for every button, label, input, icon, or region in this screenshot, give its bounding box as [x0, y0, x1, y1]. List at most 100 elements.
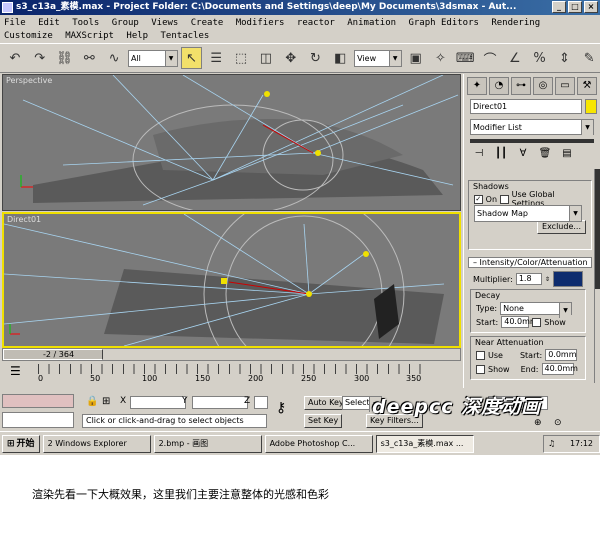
utilities-tab-icon[interactable]: ⚒: [577, 77, 597, 95]
close-button[interactable]: ×: [584, 1, 598, 13]
shadow-type-dropdown[interactable]: Shadow Map: [474, 204, 582, 222]
menu-modifiers[interactable]: Modifiers: [236, 17, 285, 30]
menu-help[interactable]: Help: [126, 30, 148, 43]
viewport-perspective[interactable]: Perspective: [2, 74, 461, 211]
task-photoshop[interactable]: Adobe Photoshop C...: [264, 434, 373, 453]
absolute-mode-icon[interactable]: ⊞: [102, 396, 110, 407]
decay-show-checkbox[interactable]: [532, 317, 542, 327]
undo-icon[interactable]: ↶: [4, 47, 26, 69]
remove-modifier-icon[interactable]: 🗑: [536, 148, 554, 168]
select-by-name-icon[interactable]: ☰: [205, 47, 227, 69]
create-tab-icon[interactable]: ✦: [467, 77, 487, 95]
viewport-direct01[interactable]: Direct01: [2, 212, 461, 348]
decay-type-dropdown[interactable]: None: [500, 301, 573, 318]
pivot-center-icon[interactable]: ▣: [405, 47, 427, 69]
command-panel-scrollbar[interactable]: [594, 169, 600, 383]
exclude-button[interactable]: Exclude...: [537, 220, 586, 234]
decay-type-label: Type:: [476, 303, 498, 313]
tick-label: 350: [406, 374, 422, 383]
object-name-field[interactable]: Direct01: [470, 99, 582, 114]
menu-edit[interactable]: Edit: [38, 17, 60, 30]
select-manipulate-icon[interactable]: ✧: [430, 47, 452, 69]
task-paint[interactable]: 2.bmp - 画图: [153, 434, 262, 453]
time-slider[interactable]: -2 / 364: [2, 348, 461, 361]
menu-reactor[interactable]: reactor: [297, 17, 335, 30]
configure-sets-icon[interactable]: ▤: [558, 148, 576, 168]
spinner-snap-icon[interactable]: ⇕: [554, 47, 576, 69]
mini-curve-editor-icon[interactable]: ☰: [10, 364, 21, 378]
pin-stack-icon[interactable]: ⊣: [470, 148, 488, 168]
task-3dsmax[interactable]: s3_c13a_素模.max ...: [375, 434, 474, 453]
redo-icon[interactable]: ↷: [29, 47, 51, 69]
track-bar[interactable]: ☰ 0 50 100 150 200 250 300 350: [2, 362, 461, 386]
menu-animation[interactable]: Animation: [347, 17, 396, 30]
menu-group[interactable]: Group: [112, 17, 139, 30]
tick-label: 200: [248, 374, 264, 383]
start-button[interactable]: ⊞ 开始: [2, 434, 40, 453]
tick-label: 50: [90, 374, 101, 383]
menu-rendering[interactable]: Rendering: [491, 17, 540, 30]
select-rotate-icon[interactable]: ↻: [305, 47, 327, 69]
snap-toggle-icon[interactable]: ⌒: [479, 47, 501, 69]
task-explorer[interactable]: 2 Windows Explorer: [42, 434, 151, 453]
reference-coordinate-system[interactable]: View: [354, 49, 402, 67]
angle-snap-icon[interactable]: ∠: [504, 47, 526, 69]
decay-start-field[interactable]: 40.0mm: [501, 316, 538, 328]
z-coord-field[interactable]: [254, 396, 268, 409]
show-end-result-icon[interactable]: ┃┃: [492, 148, 510, 168]
select-object-icon[interactable]: ↖: [180, 47, 203, 69]
rectangular-selection-icon[interactable]: ⬚: [230, 47, 252, 69]
menu-tools[interactable]: Tools: [72, 17, 99, 30]
shadows-on-checkbox[interactable]: ✓: [474, 194, 483, 204]
motion-tab-icon[interactable]: ◎: [533, 77, 553, 95]
zoom-icon[interactable]: ⊕: [534, 418, 542, 428]
near-end-field[interactable]: 40.0mm: [541, 363, 578, 375]
object-color-swatch[interactable]: [585, 99, 597, 114]
set-key-button[interactable]: Set Key: [304, 414, 343, 428]
modifier-list[interactable]: Modifier List: [470, 119, 594, 135]
y-coord-field[interactable]: [192, 396, 248, 409]
window-crossing-icon[interactable]: ◫: [255, 47, 277, 69]
lock-icon[interactable]: 🔒: [86, 396, 98, 407]
menu-create[interactable]: Create: [191, 17, 224, 30]
volume-icon[interactable]: ♫: [548, 436, 555, 452]
bind-space-warp-icon[interactable]: ∿: [103, 47, 125, 69]
x-coord-field[interactable]: [130, 396, 186, 409]
menu-customize[interactable]: Customize: [4, 30, 53, 43]
light-color-swatch[interactable]: [552, 271, 583, 287]
menu-graph-editors[interactable]: Graph Editors: [408, 17, 478, 30]
minimize-button[interactable]: _: [552, 1, 566, 13]
near-use-checkbox[interactable]: [476, 350, 485, 360]
menu-maxscript[interactable]: MAXScript: [65, 30, 114, 43]
select-move-icon[interactable]: ✥: [280, 47, 302, 69]
menu-tentacles[interactable]: Tentacles: [161, 30, 210, 43]
near-start-field[interactable]: 0.0mm: [545, 349, 578, 361]
menu-views[interactable]: Views: [151, 17, 178, 30]
near-show-checkbox[interactable]: [476, 364, 485, 374]
multiplier-field[interactable]: 1.8: [515, 273, 542, 285]
decay-start-label: Start:: [476, 317, 499, 327]
hierarchy-tab-icon[interactable]: ⊶: [511, 77, 531, 95]
multiplier-spinner-icon[interactable]: ⇕: [545, 276, 550, 283]
tick-label: 150: [195, 374, 211, 383]
orbit-icon[interactable]: ⊙: [554, 418, 562, 428]
maxscript-input[interactable]: [2, 412, 74, 428]
display-tab-icon[interactable]: ▭: [555, 77, 575, 95]
unlink-icon[interactable]: ⚯: [78, 47, 100, 69]
keyboard-shortcut-icon[interactable]: ⌨: [454, 47, 476, 69]
selection-filter[interactable]: All: [127, 49, 178, 67]
select-scale-icon[interactable]: ◧: [329, 47, 351, 69]
intensity-rollout-header[interactable]: – Intensity/Color/Attenuation: [468, 257, 592, 268]
make-unique-icon[interactable]: ∀: [514, 148, 532, 168]
use-global-checkbox[interactable]: [500, 194, 509, 204]
maximize-button[interactable]: □: [568, 1, 582, 13]
percent-snap-icon[interactable]: %: [529, 47, 551, 69]
menu-file[interactable]: File: [4, 17, 26, 30]
link-icon[interactable]: ⛓: [54, 47, 76, 69]
key-icon[interactable]: ⚷: [276, 400, 286, 416]
app-icon: [2, 2, 13, 13]
modify-tab-icon[interactable]: ◔: [489, 77, 509, 95]
maxscript-listener[interactable]: [2, 394, 74, 408]
named-selection-icon[interactable]: ✎: [578, 47, 600, 69]
modifier-stack[interactable]: [470, 139, 594, 143]
